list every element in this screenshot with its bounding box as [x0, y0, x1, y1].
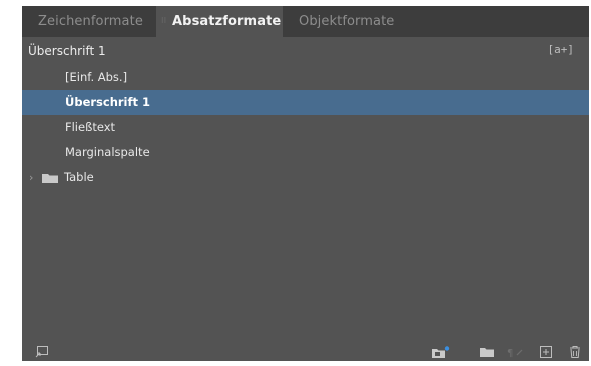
paragraph-styles-panel: Zeichenformate ⁝⁝ Absatzformate Objektfo… [22, 6, 589, 361]
style-list: [Einf. Abs.] Überschrift 1 Fließtext Mar… [22, 65, 589, 190]
current-style-row: Überschrift 1 [a+] [22, 41, 589, 63]
new-style-group-from-selection-icon[interactable] [432, 346, 450, 358]
current-style-name: Überschrift 1 [28, 44, 106, 58]
svg-text:¶: ¶ [507, 348, 513, 358]
new-style-icon[interactable] [539, 346, 553, 358]
tab-character-styles[interactable]: Zeichenformate [22, 6, 158, 37]
style-item-label: Überschrift 1 [65, 95, 151, 109]
tab-object-styles[interactable]: Objektformate [283, 6, 403, 37]
style-item-label: [Einf. Abs.] [65, 70, 128, 84]
style-item-basic-paragraph[interactable]: [Einf. Abs.] [22, 65, 589, 90]
panel-tab-bar: Zeichenformate ⁝⁝ Absatzformate Objektfo… [22, 6, 589, 37]
new-style-group-icon[interactable] [480, 346, 494, 358]
clear-overrides-icon[interactable]: ¶ [507, 346, 524, 358]
style-item-heading-1[interactable]: Überschrift 1 [22, 90, 589, 115]
panel-footer-toolbar: ¶ [22, 342, 589, 361]
load-styles-icon[interactable] [35, 346, 49, 358]
tab-label: Objektformate [299, 14, 395, 29]
style-group-label: Table [64, 170, 94, 184]
tab-grip-icon[interactable]: ⁝⁝ [161, 17, 166, 25]
style-item-body-text[interactable]: Fließtext [22, 115, 589, 140]
style-group-table[interactable]: › Table [22, 165, 589, 190]
chevron-right-icon[interactable]: › [29, 165, 33, 190]
tab-label: Absatzformate [172, 14, 282, 29]
tab-label: Zeichenformate [38, 14, 143, 29]
delete-style-icon[interactable] [568, 346, 582, 358]
style-item-label: Marginalspalte [65, 145, 150, 159]
style-item-label: Fließtext [65, 120, 116, 134]
folder-icon [42, 174, 58, 183]
style-item-margin-column[interactable]: Marginalspalte [22, 140, 589, 165]
tab-paragraph-styles[interactable]: ⁝⁝ Absatzformate [156, 6, 283, 37]
create-style-from-override-icon[interactable]: [a+] [548, 43, 575, 56]
